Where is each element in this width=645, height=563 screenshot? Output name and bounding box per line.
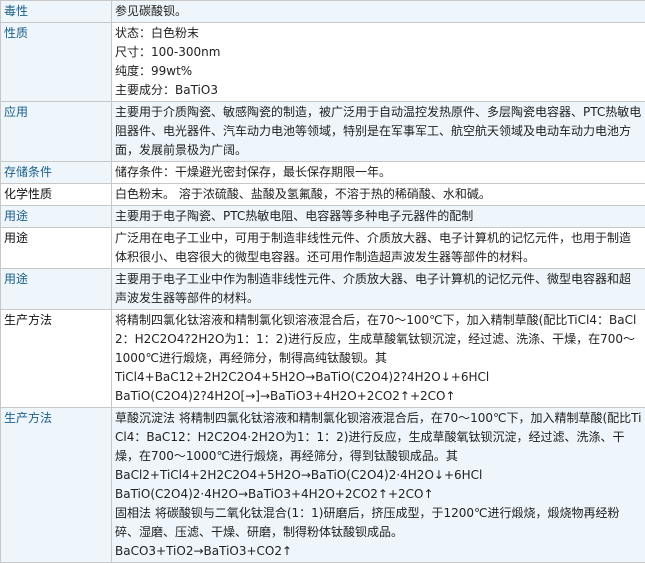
value-line: BaTiO(C2O4)2?4H2O[→]→BaTiO3+4H2O+2CO2↑+2… xyxy=(115,387,642,406)
value-line: 固相法 将碳酸钡与二氧化钛混合(1：1)研磨后，挤压成型，于1200℃进行煅烧，… xyxy=(115,504,642,542)
row-label: 存储条件 xyxy=(1,162,112,184)
table-row: 用途 广泛用在电子工业中，可用于制造非线性元件、介质放大器、电子计算机的记忆元件… xyxy=(1,228,645,269)
row-value: 主要用于介质陶瓷、敏感陶瓷的制造，被广泛用于自动温控发热原件、多层陶瓷电容器、P… xyxy=(112,102,645,162)
row-value: 状态：白色粉末 尺寸：100-300nm 纯度：99wt% 主要成分：BaTiO… xyxy=(112,23,645,102)
row-label: 用途 xyxy=(1,206,112,228)
row-label: 用途 xyxy=(1,228,112,269)
value-line: BaTiO(C2O4)2·4H2O→BaTiO3+4H2O+2CO2↑+2CO↑ xyxy=(115,485,642,504)
value-line: 纯度：99wt% xyxy=(115,62,642,81)
value-line: 将精制四氯化钛溶液和精制氯化钡溶液混合后，在70～100℃下，加入精制草酸(配比… xyxy=(115,311,642,368)
row-value: 白色粉末。 溶于浓硫酸、盐酸及氢氟酸，不溶于热的稀硝酸、水和碱。 xyxy=(112,184,645,206)
property-table: 毒性 参见碳酸钡。 性质 状态：白色粉末 尺寸：100-300nm 纯度：99w… xyxy=(0,0,645,563)
row-value: 将精制四氯化钛溶液和精制氯化钡溶液混合后，在70～100℃下，加入精制草酸(配比… xyxy=(112,310,645,408)
row-value: 主要用于电子工业中作为制造非线性元件、介质放大器、电子计算机的记忆元件、微型电容… xyxy=(112,269,645,310)
value-line: 状态：白色粉末 xyxy=(115,24,642,43)
row-value: 广泛用在电子工业中，可用于制造非线性元件、介质放大器、电子计算机的记忆元件，也用… xyxy=(112,228,645,269)
value-line: 储存条件：干燥避光密封保存，最长保存期限一年。 xyxy=(115,163,642,182)
table-row: 生产方法 草酸沉淀法 将精制四氯化钛溶液和精制氯化钡溶液混合后，在70～100℃… xyxy=(1,408,645,563)
row-value: 储存条件：干燥避光密封保存，最长保存期限一年。 xyxy=(112,162,645,184)
value-line: TiCl4+BaC12+2H2C2O4+5H2O→BaTiO(C2O4)2?4H… xyxy=(115,368,642,387)
row-label: 毒性 xyxy=(1,1,112,23)
table-row: 毒性 参见碳酸钡。 xyxy=(1,1,645,23)
row-label: 用途 xyxy=(1,269,112,310)
table-row: 存储条件 储存条件：干燥避光密封保存，最长保存期限一年。 xyxy=(1,162,645,184)
value-line: BaCl2+TiCl4+2H2C2O4+5H2O→BaTiO(C2O4)2·4H… xyxy=(115,466,642,485)
value-line: 主要成分：BaTiO3 xyxy=(115,81,642,100)
value-line: 白色粉末。 溶于浓硫酸、盐酸及氢氟酸，不溶于热的稀硝酸、水和碱。 xyxy=(115,185,642,204)
value-line: 参见碳酸钡。 xyxy=(115,2,642,21)
table-row: 用途 主要用于电子工业中作为制造非线性元件、介质放大器、电子计算机的记忆元件、微… xyxy=(1,269,645,310)
table-row: 性质 状态：白色粉末 尺寸：100-300nm 纯度：99wt% 主要成分：Ba… xyxy=(1,23,645,102)
row-label: 性质 xyxy=(1,23,112,102)
value-line: BaCO3+TiO2→BaTiO3+CO2↑ xyxy=(115,542,642,561)
row-value: 主要用于电子陶瓷、PTC热敏电阻、电容器等多种电子元器件的配制 xyxy=(112,206,645,228)
row-label: 化学性质 xyxy=(1,184,112,206)
row-value: 参见碳酸钡。 xyxy=(112,1,645,23)
value-line: 主要用于电子工业中作为制造非线性元件、介质放大器、电子计算机的记忆元件、微型电容… xyxy=(115,270,642,308)
row-label: 应用 xyxy=(1,102,112,162)
table-row: 用途 主要用于电子陶瓷、PTC热敏电阻、电容器等多种电子元器件的配制 xyxy=(1,206,645,228)
value-line: 草酸沉淀法 将精制四氯化钛溶液和精制氯化钡溶液混合后，在70～100℃下，加入精… xyxy=(115,409,642,466)
table-row: 生产方法 将精制四氯化钛溶液和精制氯化钡溶液混合后，在70～100℃下，加入精制… xyxy=(1,310,645,408)
value-line: 广泛用在电子工业中，可用于制造非线性元件、介质放大器、电子计算机的记忆元件，也用… xyxy=(115,229,642,267)
row-label: 生产方法 xyxy=(1,310,112,408)
value-line: 主要用于介质陶瓷、敏感陶瓷的制造，被广泛用于自动温控发热原件、多层陶瓷电容器、P… xyxy=(115,103,642,160)
row-label: 生产方法 xyxy=(1,408,112,563)
row-value: 草酸沉淀法 将精制四氯化钛溶液和精制氯化钡溶液混合后，在70～100℃下，加入精… xyxy=(112,408,645,563)
table-row: 应用 主要用于介质陶瓷、敏感陶瓷的制造，被广泛用于自动温控发热原件、多层陶瓷电容… xyxy=(1,102,645,162)
table-row: 化学性质 白色粉末。 溶于浓硫酸、盐酸及氢氟酸，不溶于热的稀硝酸、水和碱。 xyxy=(1,184,645,206)
value-line: 主要用于电子陶瓷、PTC热敏电阻、电容器等多种电子元器件的配制 xyxy=(115,207,642,226)
value-line: 尺寸：100-300nm xyxy=(115,43,642,62)
